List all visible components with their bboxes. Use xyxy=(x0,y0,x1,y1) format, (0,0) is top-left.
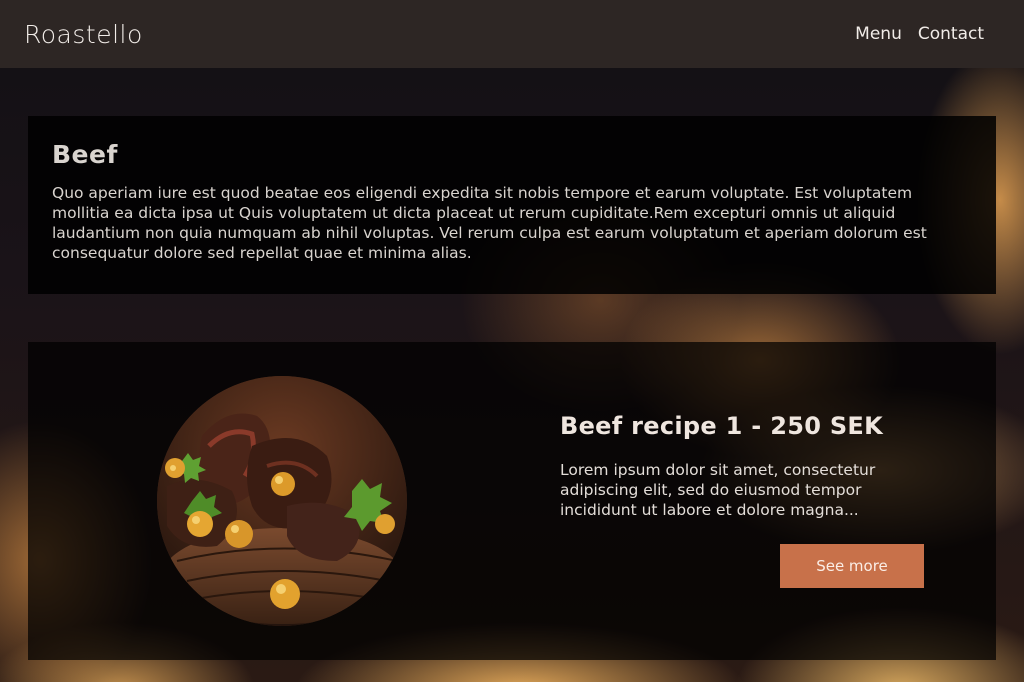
nav-link-contact[interactable]: Contact xyxy=(918,24,984,44)
nav-link-menu[interactable]: Menu xyxy=(855,24,902,44)
recipe-description: Lorem ipsum dolor sit amet, consectetur … xyxy=(560,461,876,519)
brand-logo[interactable]: Roastello xyxy=(24,20,143,49)
intro-title: Beef xyxy=(52,140,118,169)
recipe-image xyxy=(157,376,407,626)
intro-card: Beef Quo aperiam iure est quod beatae eo… xyxy=(28,116,996,294)
main-nav: Menu Contact xyxy=(855,24,984,44)
beef-dish-illustration xyxy=(157,376,407,626)
intro-text: Quo aperiam iure est quod beatae eos eli… xyxy=(52,184,927,262)
recipe-card: Beef recipe 1 - 250 SEK Lorem ipsum dolo… xyxy=(28,342,996,660)
recipe-title: Beef recipe 1 - 250 SEK xyxy=(560,412,884,440)
site-header: Roastello Menu Contact xyxy=(0,0,1024,68)
see-more-button[interactable]: See more xyxy=(780,544,924,588)
recipe-details: Beef recipe 1 - 250 SEK Lorem ipsum dolo… xyxy=(560,412,940,520)
